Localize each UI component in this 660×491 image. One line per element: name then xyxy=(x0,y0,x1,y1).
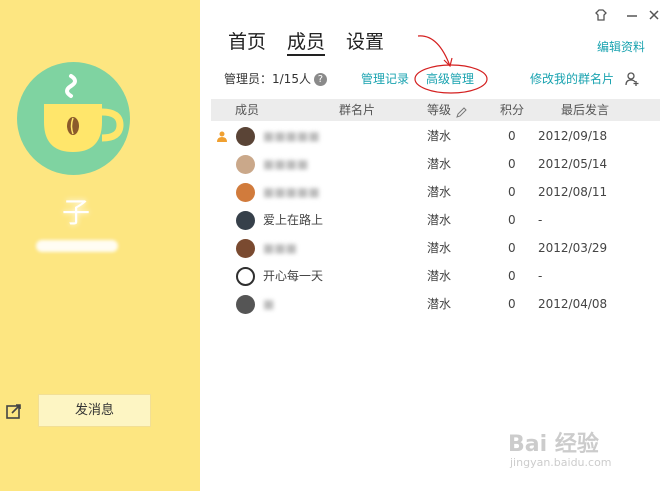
avatar[interactable] xyxy=(236,183,255,202)
table-row[interactable]: ■■■■ 潜水 0 2012/05/14 xyxy=(211,150,660,178)
tab-members[interactable]: 成员 xyxy=(287,30,326,56)
member-level: 潜水 xyxy=(427,157,452,171)
member-last-speak: 2012/09/18 xyxy=(538,129,608,143)
avatar[interactable] xyxy=(236,267,255,286)
member-points: 0 xyxy=(508,241,516,255)
member-points: 0 xyxy=(508,129,516,143)
avatar[interactable] xyxy=(236,295,255,314)
member-last-speak: 2012/05/14 xyxy=(538,157,608,171)
member-level: 潜水 xyxy=(427,269,452,283)
edit-my-card-link[interactable]: 修改我的群名片 xyxy=(530,69,614,89)
member-name-blurred: ■■■■■ xyxy=(263,185,320,199)
member-points: 0 xyxy=(508,185,516,199)
add-member-icon[interactable] xyxy=(624,71,640,91)
member-level: 潜水 xyxy=(427,129,452,143)
avatar[interactable] xyxy=(236,239,255,258)
skin-icon[interactable] xyxy=(593,7,609,23)
member-points: 0 xyxy=(508,213,516,227)
group-name: 子 xyxy=(61,196,90,229)
table-row[interactable]: ■■■ 潜水 0 2012/03/29 xyxy=(211,234,660,262)
member-last-speak: 2012/03/29 xyxy=(538,241,608,255)
table-row[interactable]: 开心每一天 潜水 0 - xyxy=(211,262,660,290)
member-points: 0 xyxy=(508,297,516,311)
member-last-speak: 2012/04/08 xyxy=(538,297,608,311)
member-last-speak: 2012/08/11 xyxy=(538,185,608,199)
manage-log-link[interactable]: 管理记录 xyxy=(361,69,409,89)
watermark-url: jingyan.baidu.com xyxy=(510,456,612,469)
header-points[interactable]: 积分 xyxy=(500,99,524,121)
table-row[interactable]: 爱上在路上 潜水 0 - xyxy=(211,206,660,234)
send-message-button[interactable]: 发消息 xyxy=(38,394,151,427)
coffee-cup-icon xyxy=(44,74,124,152)
member-name-blurred: ■■■■■ xyxy=(263,129,320,143)
minimize-icon[interactable] xyxy=(624,7,640,23)
member-name: 爱上在路上 xyxy=(263,213,324,227)
share-icon[interactable] xyxy=(4,400,26,422)
edit-info-link[interactable]: 编辑资料 xyxy=(597,38,645,55)
annotation-circle xyxy=(414,64,488,94)
member-table-header: 成员 群名片 等级 积分 最后发言 xyxy=(211,99,660,121)
member-level: 潜水 xyxy=(427,185,452,199)
member-level: 潜水 xyxy=(427,241,452,255)
header-card[interactable]: 群名片 xyxy=(339,99,375,121)
tab-home[interactable]: 首页 xyxy=(228,30,266,56)
member-level: 潜水 xyxy=(427,213,452,227)
avatar[interactable] xyxy=(236,211,255,230)
member-points: 0 xyxy=(508,157,516,171)
tab-bar: 首页 成员 设置 xyxy=(228,30,405,56)
table-row[interactable]: ■ 潜水 0 2012/04/08 xyxy=(211,290,660,318)
group-profile-panel: 子 发消息 xyxy=(0,0,200,491)
member-list: ■■■■■ 潜水 0 2012/09/18 ■■■■ 潜水 0 2012/05/… xyxy=(211,122,660,318)
member-level: 潜水 xyxy=(427,297,452,311)
admin-badge-icon xyxy=(217,131,227,142)
member-name-blurred: ■■■ xyxy=(263,241,298,255)
header-level[interactable]: 等级 xyxy=(427,99,451,121)
member-points: 0 xyxy=(508,269,516,283)
member-last-speak: - xyxy=(538,269,543,283)
member-last-speak: - xyxy=(538,213,543,227)
help-icon[interactable]: ? xyxy=(313,72,327,86)
group-avatar[interactable] xyxy=(17,62,130,175)
avatar[interactable] xyxy=(236,155,255,174)
group-subtitle-blurred xyxy=(36,240,118,252)
header-last-speak[interactable]: 最后发言 xyxy=(561,99,609,121)
admin-count-label: 管理员：1/15人 xyxy=(224,72,311,86)
member-name-blurred: ■■■■ xyxy=(263,157,309,171)
table-row[interactable]: ■■■■■ 潜水 0 2012/08/11 xyxy=(211,178,660,206)
close-icon[interactable] xyxy=(646,7,660,23)
member-name-blurred: ■ xyxy=(263,297,275,311)
avatar[interactable] xyxy=(236,127,255,146)
tab-settings[interactable]: 设置 xyxy=(346,30,384,56)
admin-count: 管理员：1/15人 ? xyxy=(224,69,327,89)
header-member[interactable]: 成员 xyxy=(235,99,259,121)
member-name: 开心每一天 xyxy=(263,269,324,283)
watermark-logo: Bai 经验 xyxy=(508,432,599,457)
table-row[interactable]: ■■■■■ 潜水 0 2012/09/18 xyxy=(211,122,660,150)
